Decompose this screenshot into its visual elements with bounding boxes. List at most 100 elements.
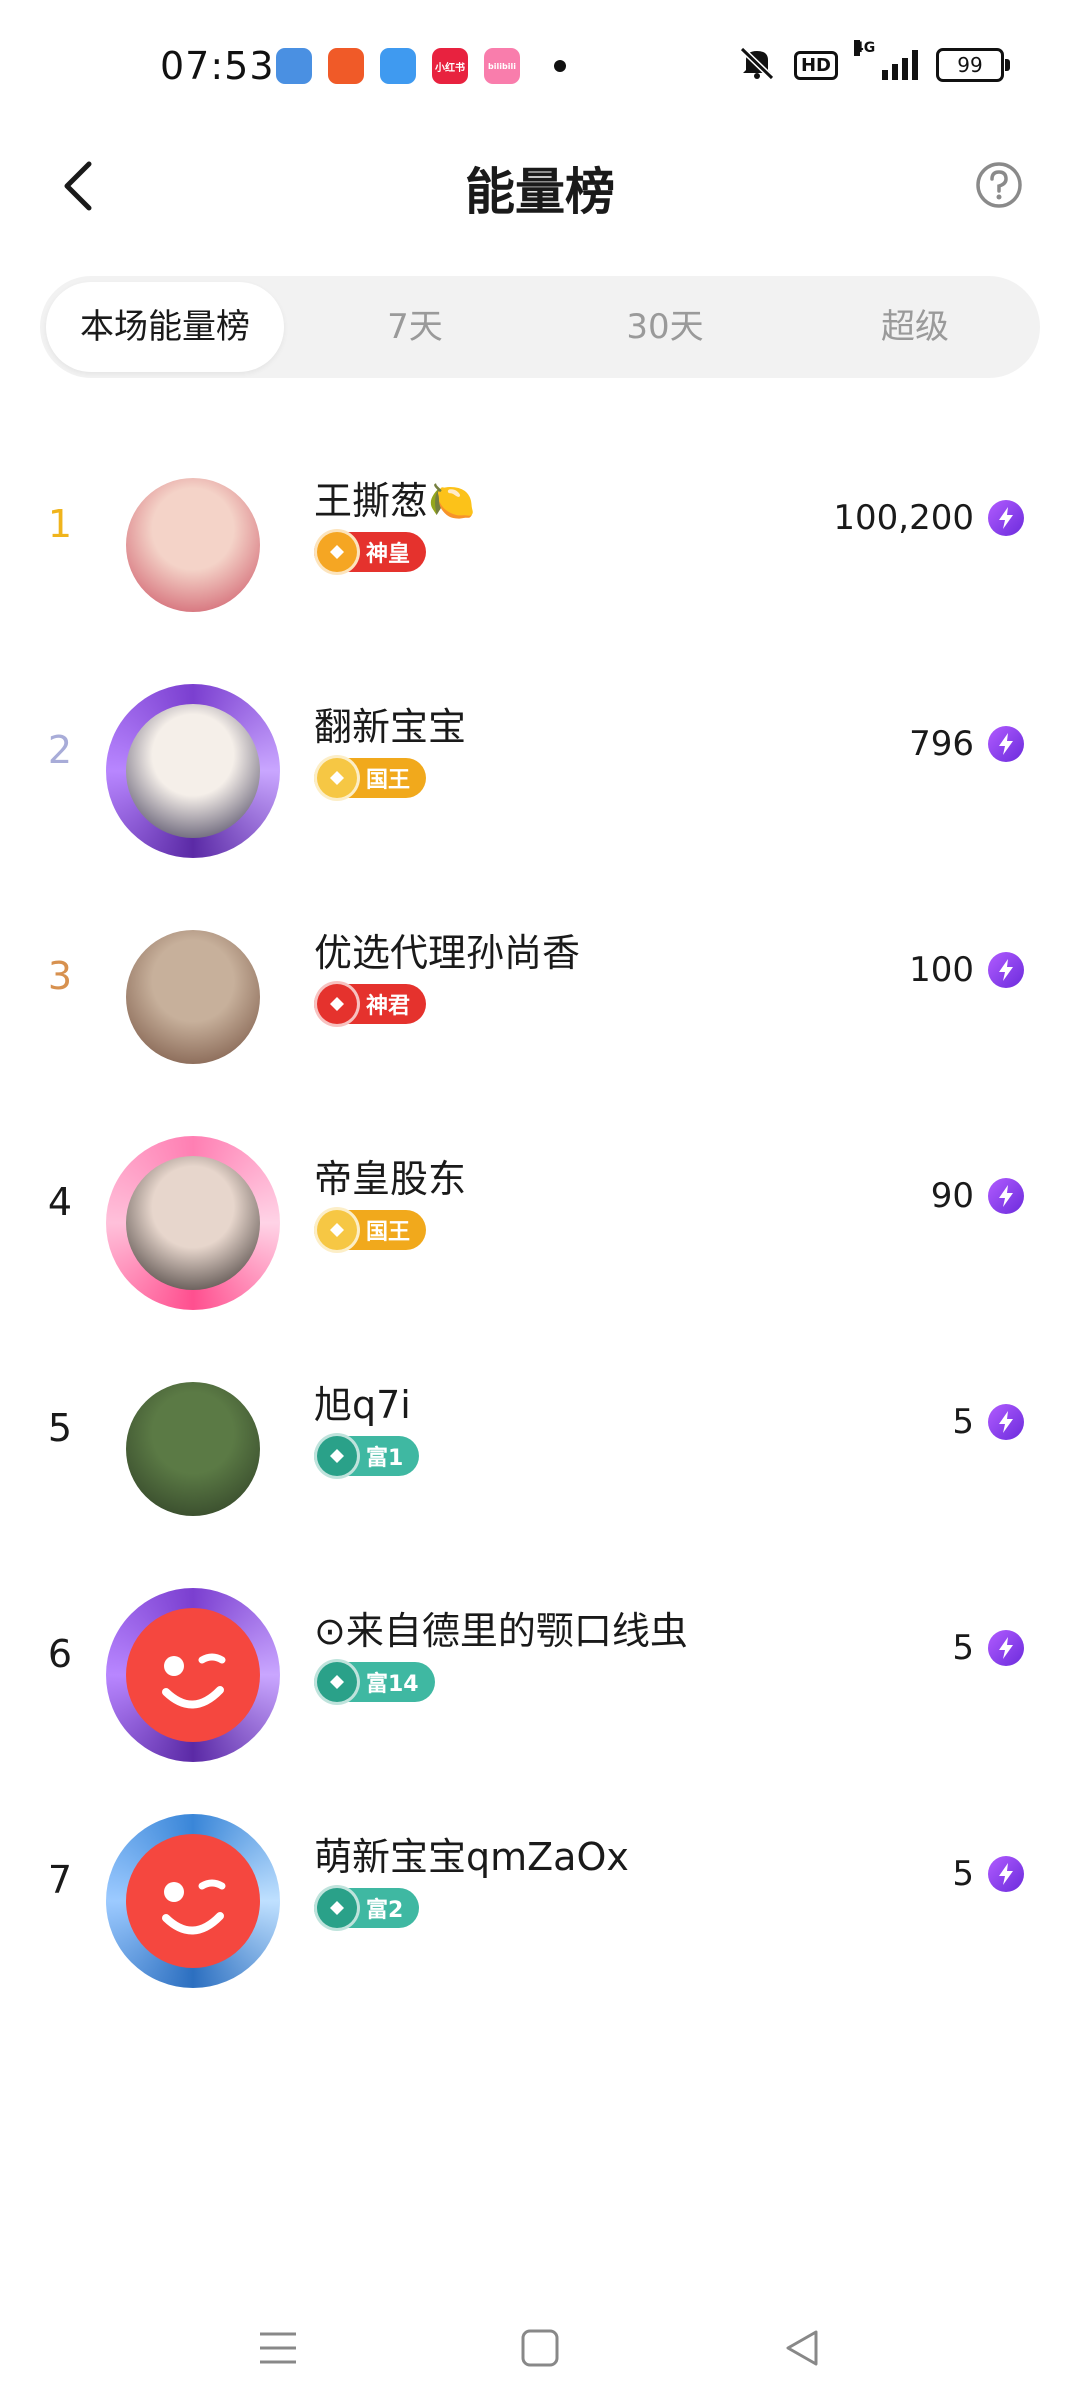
triangle-back-icon <box>786 2330 818 2366</box>
energy-score: 796 <box>909 724 974 764</box>
avatar[interactable] <box>106 1588 280 1762</box>
score-box: 5 <box>952 1628 1024 1668</box>
signal-icon: 4G <box>854 40 918 80</box>
tab-3[interactable]: 超级 <box>796 282 1034 372</box>
system-icons: HD 4G 99 <box>738 40 1010 84</box>
level-icon <box>314 981 360 1027</box>
system-nav-bar <box>0 2290 1080 2400</box>
energy-score: 5 <box>952 1628 974 1668</box>
menu-button[interactable] <box>248 2318 308 2378</box>
more-notifications-dot <box>554 60 566 72</box>
help-button[interactable] <box>964 150 1034 220</box>
level-badge: 国王 <box>314 755 427 801</box>
avatar-image <box>126 1608 260 1742</box>
avatar-image <box>126 1382 260 1516</box>
rank-number: 5 <box>47 1406 73 1450</box>
level-label: 神君 <box>366 994 411 1019</box>
status-time: 07:53 <box>160 44 275 88</box>
avatar-image <box>126 930 260 1064</box>
page-title: 能量榜 <box>465 163 615 221</box>
battery-icon: 99 <box>936 48 1010 82</box>
energy-score: 5 <box>952 1402 974 1442</box>
bilibili-app-icon: bilibili <box>484 48 520 84</box>
energy-score: 90 <box>930 1176 974 1216</box>
level-icon <box>314 1659 360 1705</box>
level-label: 富1 <box>366 1446 404 1471</box>
score-box: 5 <box>952 1854 1024 1894</box>
avatar-image <box>126 1156 260 1290</box>
header: 能量榜 <box>0 130 1080 240</box>
user-name: 翻新宝宝 <box>314 705 467 749</box>
lightning-icon <box>988 1856 1024 1892</box>
level-badge: 国王 <box>314 1207 427 1253</box>
avatar[interactable] <box>108 1364 278 1534</box>
user-name: 帝皇股东 <box>314 1157 467 1201</box>
notification-icons: 小红书 bilibili <box>276 48 566 84</box>
rank-number: 1 <box>47 502 73 546</box>
lightning-icon <box>988 952 1024 988</box>
level-icon <box>314 755 360 801</box>
avatar[interactable] <box>106 1136 280 1310</box>
home-button[interactable] <box>510 2318 570 2378</box>
level-icon <box>314 1885 360 1931</box>
rank-number: 3 <box>47 954 73 998</box>
score-box: 5 <box>952 1402 1024 1442</box>
level-label: 神皇 <box>366 542 411 567</box>
score-box: 100,200 <box>833 498 1024 538</box>
rank-number: 2 <box>47 728 73 772</box>
tab-0[interactable]: 本场能量榜 <box>46 282 284 372</box>
ranking-row[interactable]: 6 ⊙来自德里的颚口线虫富14 5 <box>0 1560 1080 1786</box>
ranking-row[interactable]: 1 王撕葱🍋 神皇 100,200 <box>0 430 1080 656</box>
avatar[interactable] <box>106 1814 280 1988</box>
score-box: 90 <box>931 1176 1024 1216</box>
user-name: ⊙来自德里的颚口线虫 <box>314 1609 688 1653</box>
user-name: 旭q7i <box>314 1383 411 1427</box>
ranking-row[interactable]: 7 萌新宝宝qmZaOx 富2 5 <box>0 1786 1080 2012</box>
home-icon <box>521 2329 559 2367</box>
avatar[interactable] <box>108 460 278 630</box>
user-name: 萌新宝宝qmZaOx <box>314 1835 629 1879</box>
energy-score: 5 <box>952 1854 974 1894</box>
user-name: 优选代理孙尚香 <box>314 931 581 975</box>
level-badge: 神皇 <box>314 529 427 575</box>
back-nav-button[interactable] <box>772 2318 832 2378</box>
tab-2[interactable]: 30天 <box>546 282 784 372</box>
score-box: 100 <box>909 950 1024 990</box>
video-app-icon <box>328 48 364 84</box>
feather-app-icon <box>276 48 312 84</box>
ranking-row[interactable]: 4 帝皇股东国王 90 <box>0 1108 1080 1334</box>
status-bar: 07:53 小红书 bilibili HD 4G 99 <box>0 0 1080 130</box>
avatar-image <box>126 1834 260 1968</box>
level-label: 国王 <box>366 768 411 793</box>
lightning-icon <box>988 726 1024 762</box>
level-icon <box>314 1207 360 1253</box>
rank-number: 7 <box>47 1858 73 1902</box>
avatar[interactable] <box>106 684 280 858</box>
avatar-image <box>126 478 260 612</box>
lightning-icon <box>988 1404 1024 1440</box>
mute-icon <box>738 46 776 84</box>
ranking-row[interactable]: 2 翻新宝宝国王 796 <box>0 656 1080 882</box>
level-label: 富14 <box>366 1672 419 1697</box>
tab-1[interactable]: 7天 <box>296 282 534 372</box>
score-box: 796 <box>909 724 1024 764</box>
xiaohongshu-app-icon: 小红书 <box>432 48 468 84</box>
level-label: 国王 <box>366 1220 411 1245</box>
question-icon <box>976 162 1022 208</box>
level-label: 富2 <box>366 1898 404 1923</box>
ranking-row[interactable]: 5 旭q7i 富1 5 <box>0 1334 1080 1560</box>
weather-app-icon <box>380 48 416 84</box>
avatar[interactable] <box>108 912 278 1082</box>
ranking-list: 1 王撕葱🍋 神皇 100,200 2 翻新宝宝 国王 796 3 优选代理孙尚香 神君 100 4 帝皇… <box>0 430 1080 2012</box>
hd-icon: HD <box>793 50 838 80</box>
lightning-icon <box>988 1178 1024 1214</box>
energy-score: 100,200 <box>833 498 974 538</box>
energy-score: 100 <box>909 950 974 990</box>
level-badge: 富2 <box>314 1885 420 1931</box>
period-tabs: 本场能量榜 7天 30天 超级 <box>40 276 1040 378</box>
lightning-icon <box>988 500 1024 536</box>
ranking-row[interactable]: 3 优选代理孙尚香神君 100 <box>0 882 1080 1108</box>
level-badge: 神君 <box>314 981 427 1027</box>
rank-number: 6 <box>47 1632 73 1676</box>
rank-number: 4 <box>47 1180 73 1224</box>
